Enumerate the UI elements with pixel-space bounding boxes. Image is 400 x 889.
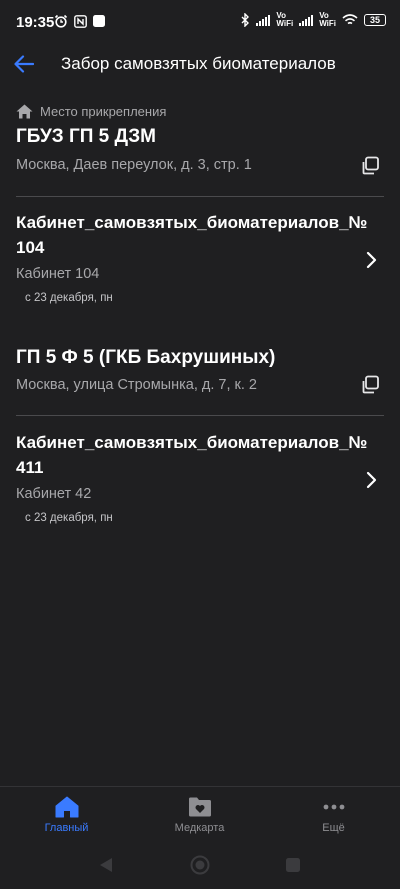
nav-item-home[interactable]: Главный [0,787,133,845]
cabinet-date: с 23 декабря, пн [25,512,113,524]
nfc-icon [74,14,87,28]
cabinet-item[interactable]: Кабинет_самовзятых_биоматериалов_№ 104 К… [0,210,400,310]
status-bar: 19:35 Vo WiFi Vo WiFi 35 [0,0,400,44]
alarm-icon [54,14,68,28]
system-nav-bar [0,844,400,889]
medcard-icon [188,797,211,817]
battery-indicator: 35 [364,14,386,26]
status-time: 19:35 [16,14,55,31]
nav-label: Ещё [322,822,345,834]
bluetooth-icon [241,13,250,27]
copy-icon[interactable] [360,156,380,176]
org-name: ГП 5 Ф 5 (ГКБ Бахрушиных) [16,347,276,368]
cabinet-title: Кабинет_самовзятых_биоматериалов_№ 104 [16,213,368,257]
back-button[interactable] [10,50,38,78]
copy-icon[interactable] [360,375,380,395]
notification-icon [93,15,105,27]
cabinet-title: Кабинет_самовзятых_биоматериалов_№ 411 [16,433,368,477]
divider [16,415,384,416]
org-address: Москва, Даев переулок, д. 3, стр. 1 [16,157,252,173]
nav-item-more[interactable]: Ещё [267,787,400,845]
more-icon [323,804,344,810]
vowifi-label: Vo WiFi [276,11,294,28]
bottom-nav: Главный Медкарта Ещё [0,786,400,845]
home-icon [55,796,78,818]
nav-label: Главный [44,822,89,834]
system-recents-icon[interactable] [286,858,300,872]
status-right-icons: Vo WiFi Vo WiFi 35 [241,12,386,28]
signal-icon [256,14,271,26]
chevron-right-icon [366,471,377,489]
cabinet-date: с 23 декабря, пн [25,292,113,304]
wifi-icon [342,14,358,25]
chevron-right-icon [366,251,377,269]
nav-item-medcard[interactable]: Медкарта [133,787,266,845]
page-title: Забор самовзятых биоматериалов [61,54,336,73]
divider [16,196,384,197]
signal-icon [299,14,314,26]
vowifi-label: Vo WiFi [319,11,336,28]
nav-label: Медкарта [174,822,225,834]
system-home-icon[interactable] [190,855,210,875]
org-name: ГБУЗ ГП 5 ДЗМ [16,126,157,147]
cabinet-room: Кабинет 104 [16,266,100,282]
home-icon [16,104,33,119]
cabinet-item[interactable]: Кабинет_самовзятых_биоматериалов_№ 411 К… [0,430,400,530]
org-address: Москва, улица Стромынка, д. 7, к. 2 [16,377,257,393]
header: Забор самовзятых биоматериалов [0,44,400,84]
status-left-icons [54,14,105,28]
arrow-left-icon [14,55,34,73]
system-back-icon[interactable] [99,857,113,873]
cabinet-room: Кабинет 42 [16,486,92,502]
attachment-label: Место прикрепления [40,104,167,119]
attachment-header: Место прикрепления [16,104,166,119]
